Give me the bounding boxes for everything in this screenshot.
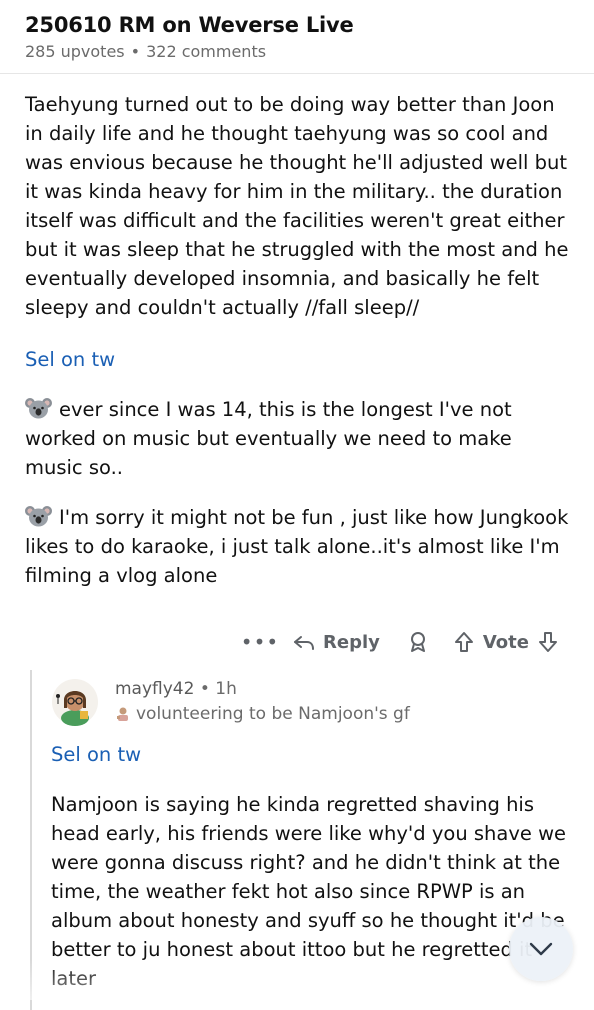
- comment-body: Sel on tw Namjoon is saying he kinda reg…: [51, 740, 571, 993]
- chevron-down-icon: [529, 942, 553, 956]
- quote-paragraph: ever since I was 14, this is the longest…: [25, 395, 573, 482]
- reply-label: Reply: [323, 631, 380, 653]
- downvote-arrow-icon[interactable]: [536, 630, 560, 654]
- post-meta: 285 upvotes • 322 comments: [25, 41, 574, 63]
- award-button[interactable]: [406, 630, 430, 654]
- koala-emoji-icon: [25, 398, 52, 419]
- flair-text: volunteering to be Namjoon's gf: [136, 704, 410, 724]
- source-link[interactable]: Sel on tw: [25, 348, 115, 371]
- post-title: 250610 RM on Weverse Live: [25, 13, 354, 37]
- comment-count[interactable]: 322 comments: [146, 42, 266, 61]
- avatar[interactable]: [50, 678, 100, 726]
- quote-text: ever since I was 14, this is the longest…: [25, 398, 512, 479]
- award-icon: [410, 632, 425, 652]
- meta-separator: •: [130, 42, 141, 61]
- meta-separator: •: [199, 679, 210, 699]
- more-options-button[interactable]: •••: [240, 630, 280, 654]
- header-divider: [0, 73, 594, 74]
- reply-button[interactable]: Reply: [292, 630, 380, 654]
- quote-text: I'm sorry it might not be fun , just lik…: [25, 506, 569, 587]
- comment-time: 1h: [215, 679, 237, 699]
- upvote-arrow-icon[interactable]: [452, 630, 476, 654]
- quote-paragraph: I'm sorry it might not be fun , just lik…: [25, 503, 573, 590]
- koala-emoji-icon: [25, 506, 52, 527]
- source-link[interactable]: Sel on tw: [51, 743, 141, 766]
- post-paragraph: Taehyung turned out to be doing way bett…: [25, 93, 569, 319]
- vote-control: Vote: [452, 630, 560, 654]
- vote-label: Vote: [482, 631, 529, 653]
- user-flair: volunteering to be Namjoon's gf: [115, 702, 410, 726]
- post-body: Taehyung turned out to be doing way bett…: [25, 90, 573, 590]
- comment-text: Namjoon is saying he kinda regretted sha…: [51, 793, 567, 990]
- post-header: 250610 RM on Weverse Live 285 upvotes • 32…: [25, 10, 574, 63]
- reply-arrow-icon: [294, 636, 314, 650]
- comment-meta: mayfly42 • 1h: [115, 677, 237, 701]
- flair-emoji-icon: [117, 707, 128, 721]
- upvote-count: 285 upvotes: [25, 42, 125, 61]
- scroll-down-button[interactable]: [509, 917, 573, 981]
- thread-line[interactable]: [30, 670, 32, 1010]
- post-actions: ••• Reply Vote: [240, 624, 580, 660]
- comment-username[interactable]: mayfly42: [115, 679, 194, 699]
